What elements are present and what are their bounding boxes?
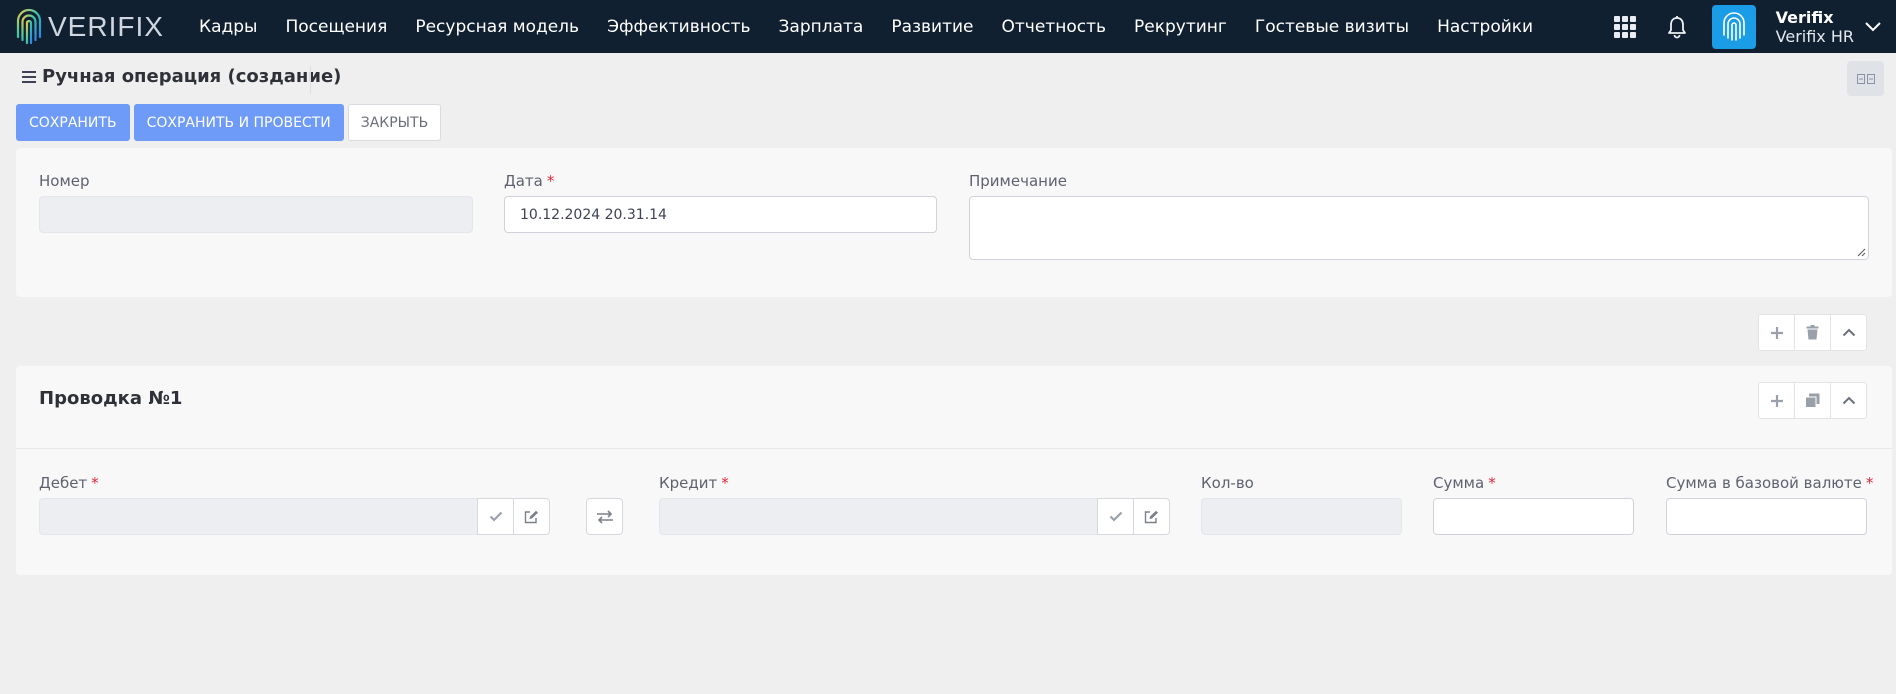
header-form-card: Номер Дата * 10.12.2024 20.31.14 Примечан… — [16, 148, 1892, 297]
credit-input[interactable] — [659, 498, 1099, 535]
swap-debit-credit-button[interactable] — [586, 498, 623, 535]
required-mark: * — [546, 172, 555, 190]
debit-confirm-button[interactable] — [477, 498, 514, 535]
number-input[interactable] — [39, 196, 473, 233]
save-button[interactable]: СОХРАНИТЬ — [16, 104, 130, 141]
layout-toggle-icon — [1856, 73, 1875, 84]
chevron-down-icon[interactable] — [1864, 21, 1882, 33]
menu-item-reports[interactable]: Отчетность — [988, 17, 1120, 37]
user-org: Verifix HR — [1775, 26, 1854, 46]
required-mark: * — [91, 474, 99, 492]
base-sum-input[interactable] — [1666, 498, 1867, 535]
page-title: Ручная операция (создание) — [42, 66, 342, 87]
check-icon — [1109, 511, 1122, 522]
edit-icon — [524, 510, 538, 523]
copy-icon — [1805, 393, 1820, 408]
note-label: Примечание — [969, 172, 1067, 190]
edit-icon — [1144, 510, 1158, 523]
menu-item-development[interactable]: Развитие — [877, 17, 987, 37]
copy-entry-button[interactable] — [1794, 382, 1831, 419]
sum-label: Сумма * — [1433, 474, 1496, 492]
menu-item-settings[interactable]: Настройки — [1423, 17, 1547, 37]
close-button[interactable]: ЗАКРЫТЬ — [347, 104, 442, 141]
chevron-up-icon — [1842, 396, 1855, 405]
main-menu: Кадры Посещения Ресурсная модель Эффекти… — [184, 0, 1547, 53]
action-toolbar: СОХРАНИТЬ СОХРАНИТЬ И ПРОВЕСТИ ЗАКРЫТЬ — [16, 104, 442, 141]
menu-item-kadry[interactable]: Кадры — [184, 17, 271, 37]
qty-input[interactable] — [1201, 498, 1402, 535]
bell-icon[interactable] — [1666, 15, 1688, 39]
menu-item-attendance[interactable]: Посещения — [271, 17, 401, 37]
qty-label: Кол-во — [1201, 474, 1254, 492]
fingerprint-icon — [1722, 11, 1745, 41]
menu-item-resource-model[interactable]: Ресурсная модель — [401, 17, 593, 37]
delete-entries-button[interactable] — [1794, 314, 1831, 351]
fingerprint-badge[interactable] — [1711, 4, 1756, 49]
menu-burger-icon[interactable] — [22, 70, 36, 83]
credit-confirm-button[interactable] — [1097, 498, 1134, 535]
brand-logo[interactable]: VERIFIX — [14, 7, 184, 47]
brand-name: VERIFIX — [48, 10, 164, 42]
fingerprint-logo-icon — [16, 8, 42, 44]
top-navbar: VERIFIX Кадры Посещения Ресурсная модель… — [0, 0, 1896, 53]
date-label: Дата * — [504, 172, 555, 190]
entry-card: Проводка №1 Дебет * Кредит * Кол-во Сумм… — [16, 366, 1892, 575]
number-label: Номер — [39, 172, 90, 190]
sum-input[interactable] — [1433, 498, 1634, 535]
menu-item-efficiency[interactable]: Эффективность — [593, 17, 764, 37]
save-and-post-button[interactable]: СОХРАНИТЬ И ПРОВЕСТИ — [133, 104, 344, 141]
required-mark: * — [1865, 474, 1874, 492]
trash-icon — [1806, 325, 1819, 340]
resize-grip-icon[interactable] — [1856, 247, 1866, 257]
menu-item-recruiting[interactable]: Рекрутинг — [1120, 17, 1241, 37]
debit-edit-button[interactable] — [513, 498, 550, 535]
credit-label: Кредит * — [659, 474, 729, 492]
date-input[interactable]: 10.12.2024 20.31.14 — [504, 196, 937, 233]
collapse-all-button[interactable] — [1830, 314, 1867, 351]
note-textarea[interactable] — [969, 196, 1869, 260]
check-icon — [489, 511, 502, 522]
collapse-entry-button[interactable] — [1830, 382, 1867, 419]
menu-item-guest-visits[interactable]: Гостевые визиты — [1241, 17, 1423, 37]
required-mark: * — [721, 474, 729, 492]
swap-arrows-icon — [596, 509, 613, 524]
add-entry-row-button[interactable] — [1758, 382, 1795, 419]
credit-edit-button[interactable] — [1133, 498, 1170, 535]
debit-label: Дебет * — [39, 474, 99, 492]
entry-divider — [16, 448, 1892, 449]
nav-right-area: Verifix Verifix HR — [1613, 0, 1896, 53]
menu-item-salary[interactable]: Зарплата — [765, 17, 878, 37]
entries-toolbar — [1758, 314, 1867, 351]
plus-icon — [1770, 394, 1783, 407]
user-name: Verifix — [1775, 7, 1834, 27]
debit-input[interactable] — [39, 498, 479, 535]
entry-title: Проводка №1 — [39, 388, 183, 409]
page-header: Ручная операция (создание) — [22, 66, 341, 87]
add-entry-button[interactable] — [1758, 314, 1795, 351]
user-info[interactable]: Verifix Verifix HR — [1776, 8, 1854, 46]
base-sum-label: Сумма в базовой валюте * — [1666, 474, 1874, 492]
apps-grid-icon[interactable] — [1613, 15, 1636, 38]
title-divider — [310, 66, 311, 94]
plus-icon — [1770, 326, 1783, 339]
view-toggle-button[interactable] — [1847, 61, 1884, 96]
entry-toolbar — [1758, 382, 1867, 419]
chevron-up-icon — [1842, 328, 1855, 337]
required-mark: * — [1488, 474, 1496, 492]
